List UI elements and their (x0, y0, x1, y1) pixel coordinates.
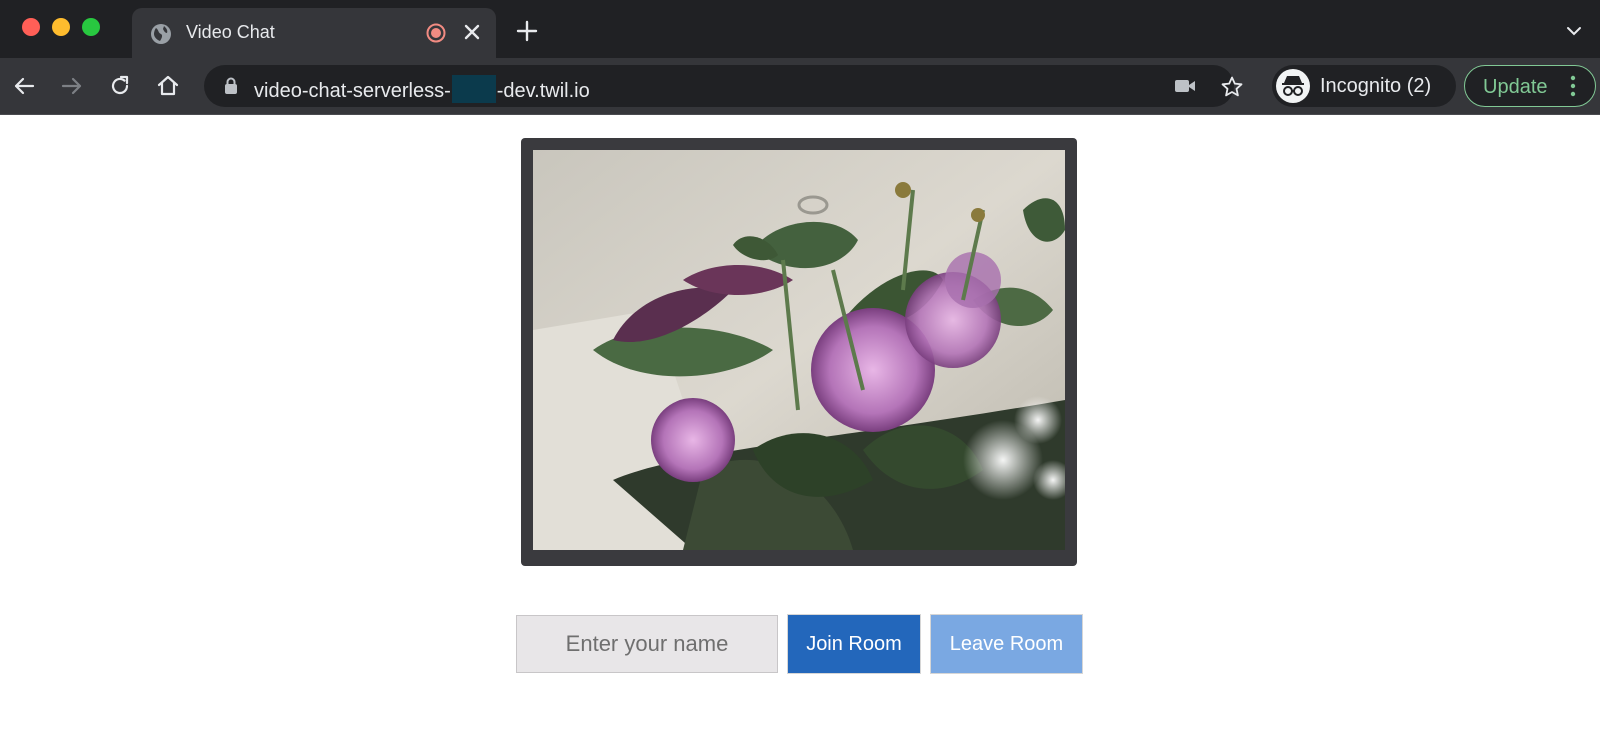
leave-room-button[interactable]: Leave Room (930, 614, 1083, 674)
url-start: video-chat-serverless- (254, 80, 451, 102)
recording-icon (426, 23, 446, 48)
tab-title: Video Chat (186, 22, 275, 42)
more-vert-icon[interactable] (1569, 75, 1577, 102)
back-arrow-icon[interactable] (12, 74, 36, 103)
browser-tab-video-chat[interactable]: Video Chat (132, 8, 496, 58)
url-text[interactable]: video-chat-serverless- -dev.twil.io (254, 75, 590, 103)
update-button[interactable]: Update (1464, 65, 1596, 107)
update-label: Update (1483, 76, 1548, 98)
profile-incognito-button[interactable]: Incognito (2) (1272, 65, 1456, 107)
forward-arrow-icon[interactable] (60, 74, 84, 103)
join-room-button[interactable]: Join Room (787, 614, 921, 674)
reload-icon[interactable] (108, 74, 132, 103)
camera-icon[interactable] (1174, 77, 1196, 100)
lock-icon[interactable] (224, 77, 238, 100)
star-icon[interactable] (1220, 75, 1244, 104)
browser-toolbar: video-chat-serverless- -dev.twil.io Incog… (0, 58, 1600, 115)
globe-icon (150, 23, 172, 50)
local-video-feed (533, 150, 1065, 550)
chevron-down-icon[interactable] (1566, 24, 1582, 42)
name-input[interactable] (516, 615, 778, 673)
url-end: -dev.twil.io (496, 80, 590, 102)
home-icon[interactable] (156, 74, 180, 103)
close-icon[interactable] (462, 22, 482, 47)
window-zoom-button[interactable] (82, 18, 100, 36)
window-close-button[interactable] (22, 18, 40, 36)
incognito-icon (1276, 69, 1310, 103)
local-video-container (521, 138, 1077, 566)
profile-label: Incognito (2) (1320, 75, 1432, 97)
address-bar[interactable]: video-chat-serverless- -dev.twil.io (204, 65, 1243, 107)
browser-tab-bar: Video Chat (0, 0, 1600, 58)
plus-icon[interactable] (516, 20, 538, 47)
redaction-box (451, 75, 496, 103)
video-frame-image (533, 150, 1065, 550)
window-minimize-button[interactable] (52, 18, 70, 36)
